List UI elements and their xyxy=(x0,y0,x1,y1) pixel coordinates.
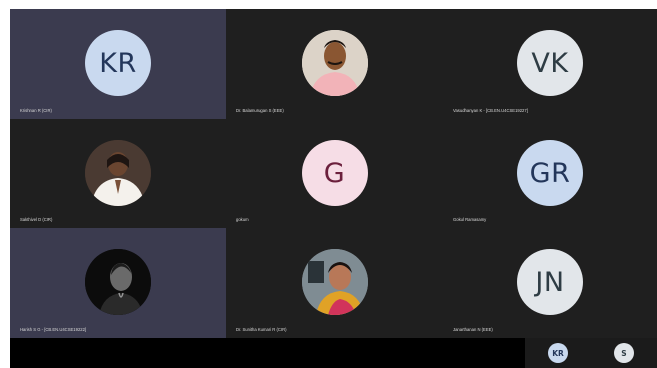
avatar-photo xyxy=(301,30,368,96)
overflow-tray: KR S xyxy=(10,338,657,368)
participant-tile[interactable]: VK Vasudhanyan K - [CB.EN.U4CSE19227] xyxy=(443,9,657,119)
avatar-photo xyxy=(301,249,368,315)
participant-name: Harish S G - [CB.EN.U4CSE19222] xyxy=(20,327,87,332)
avatar-initials-text: VK xyxy=(531,47,569,79)
avatar-initials-text: G xyxy=(323,157,346,189)
tray-avatar: S xyxy=(614,343,634,363)
tray-tile[interactable]: KR xyxy=(525,338,591,368)
avatar-initials: JN xyxy=(517,249,583,315)
participant-name: Dr. Sunitha Kumari R (CIR) xyxy=(236,327,287,332)
participant-tile[interactable]: JN Janarthanan N (EEE) xyxy=(443,228,657,338)
participant-tile[interactable]: Dr. Sunitha Kumari R (CIR) xyxy=(226,228,443,338)
avatar-initials-text: KR xyxy=(99,47,137,79)
participant-name: gokum xyxy=(236,217,249,222)
avatar-initials: GR xyxy=(517,140,583,206)
participant-name: Sakthivel D (CIR) xyxy=(20,217,53,222)
participant-name: Vasudhanyan K - [CB.EN.U4CSE19227] xyxy=(453,108,528,113)
man-portrait-icon xyxy=(301,30,368,96)
avatar-photo xyxy=(85,140,151,206)
avatar-photo xyxy=(85,249,151,315)
participant-tile[interactable]: G gokum xyxy=(226,119,443,228)
amma-portrait-icon xyxy=(85,140,151,206)
tray-avatar-initials: S xyxy=(621,348,627,358)
woman-portrait-icon xyxy=(301,249,368,315)
avatar-initials: KR xyxy=(85,30,151,96)
tray-avatar-initials: KR xyxy=(552,348,564,358)
avatar-initials: VK xyxy=(517,30,583,96)
participant-name: Gokul Ramasamy xyxy=(453,217,487,222)
silhouette-portrait-icon xyxy=(85,249,151,315)
participant-name: Krishnan R (CIR) xyxy=(20,108,52,113)
participant-tile[interactable]: GR Gokul Ramasamy xyxy=(443,119,657,228)
tray-avatar: KR xyxy=(548,343,568,363)
tray-tile[interactable]: S xyxy=(591,338,657,368)
participant-tile[interactable]: Dr. Balamurugan S (EEE) xyxy=(226,9,443,119)
participant-tile[interactable]: Sakthivel D (CIR) xyxy=(10,119,226,228)
participant-tile[interactable]: Harish S G - [CB.EN.U4CSE19222] xyxy=(10,228,226,338)
avatar-initials: G xyxy=(301,140,368,206)
avatar-initials-text: JN xyxy=(535,266,565,298)
avatar-initials-text: GR xyxy=(529,157,571,189)
participant-tile[interactable]: KR Krishnan R (CIR) xyxy=(10,9,226,119)
participant-name: Janarthanan N (EEE) xyxy=(453,327,493,332)
participant-name: Dr. Balamurugan S (EEE) xyxy=(236,108,284,113)
meeting-stage: KR Krishnan R (CIR) Dr. Balamurugan S (E… xyxy=(10,9,657,368)
